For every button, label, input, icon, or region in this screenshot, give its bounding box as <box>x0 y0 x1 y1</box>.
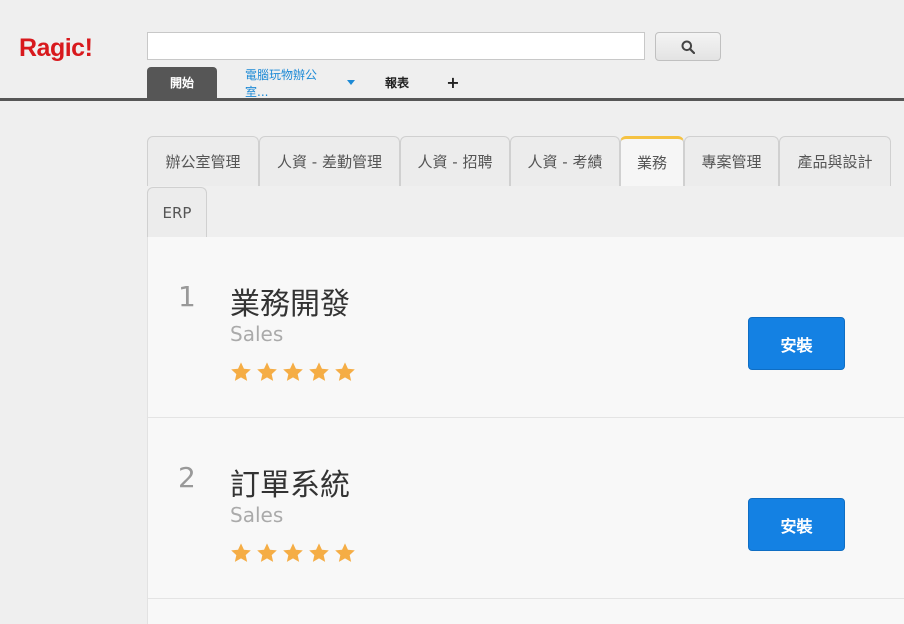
tab-office-management[interactable]: 辦公室管理 <box>147 136 259 186</box>
chevron-down-icon <box>347 80 355 85</box>
install-button[interactable]: 安裝 <box>748 498 845 551</box>
item-title: 訂單系統 <box>230 468 350 503</box>
install-button[interactable]: 安裝 <box>748 317 845 370</box>
nav-app-dropdown[interactable]: 電腦玩物辦公室... <box>217 67 367 99</box>
tab-hr-performance[interactable]: 人資 - 考績 <box>510 136 620 186</box>
star-icon <box>231 543 251 562</box>
search-input[interactable] <box>147 32 645 60</box>
list-item: 2 訂單系統 Sales 安裝 <box>148 418 904 599</box>
rating-stars <box>230 542 356 564</box>
add-tab-button[interactable]: + <box>427 67 479 98</box>
star-icon <box>283 543 303 562</box>
tab-hr-attendance[interactable]: 人資 - 差勤管理 <box>259 136 400 186</box>
tab-sales[interactable]: 業務 <box>620 136 684 186</box>
list-item: 1 業務開發 Sales 安裝 <box>148 237 904 418</box>
star-icon <box>335 543 355 562</box>
nav-reports-tab[interactable]: 報表 <box>367 67 427 98</box>
rating-stars <box>230 361 356 383</box>
tab-product-design[interactable]: 產品與設計 <box>779 136 891 186</box>
star-icon <box>257 543 277 562</box>
item-rank: 1 <box>178 280 196 313</box>
item-rank: 2 <box>178 461 196 494</box>
tab-erp[interactable]: ERP <box>147 187 207 237</box>
star-icon <box>257 362 277 381</box>
ragic-logo[interactable]: Ragic! <box>19 34 93 63</box>
tab-hr-recruiting[interactable]: 人資 - 招聘 <box>400 136 510 186</box>
item-title: 業務開發 <box>230 287 350 322</box>
nav-divider <box>0 98 904 101</box>
star-icon <box>283 362 303 381</box>
search-button[interactable] <box>655 32 721 61</box>
tab-project-management[interactable]: 專案管理 <box>684 136 779 186</box>
star-icon <box>335 362 355 381</box>
app-list: 1 業務開發 Sales 安裝 2 訂單系統 Sales 安裝 <box>147 237 904 624</box>
item-subtitle: Sales <box>230 503 284 527</box>
item-subtitle: Sales <box>230 322 284 346</box>
star-icon <box>309 362 329 381</box>
star-icon <box>309 543 329 562</box>
nav-start-tab[interactable]: 開始 <box>147 67 217 98</box>
top-navigation: 開始 電腦玩物辦公室... 報表 + <box>147 67 479 99</box>
nav-app-label: 電腦玩物辦公室... <box>245 67 318 99</box>
search-icon <box>681 40 695 54</box>
star-icon <box>231 362 251 381</box>
